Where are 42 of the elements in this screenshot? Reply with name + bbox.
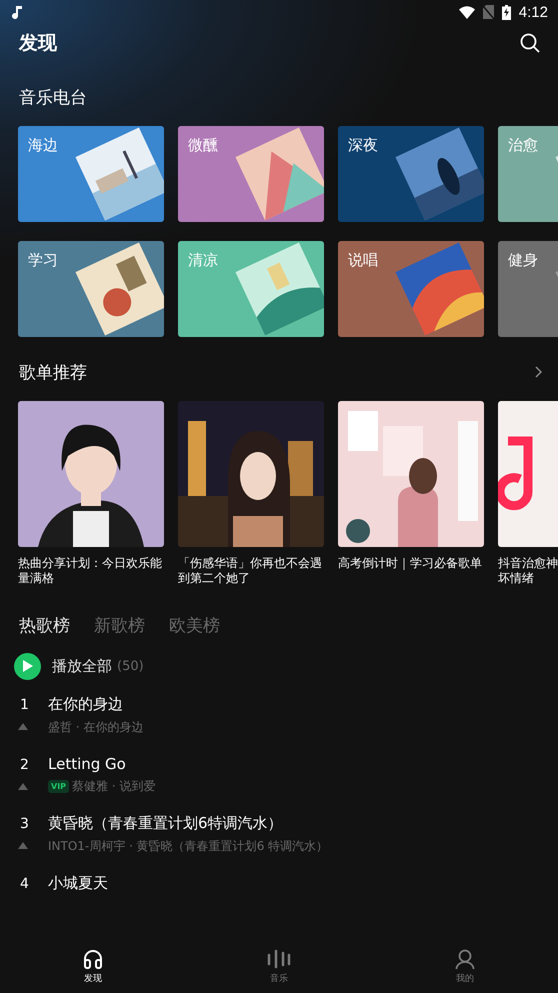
- song-rank: 1: [20, 697, 29, 713]
- song-title[interactable]: 黄昏晓（青春重置计划6特调汽水）: [48, 814, 328, 833]
- song-count: (50): [117, 658, 144, 674]
- playlist-title[interactable]: 「伤感华语」你再也不会遇到第二个她了: [178, 556, 324, 586]
- song-rank: 3: [20, 816, 29, 832]
- chart-tab[interactable]: 热歌榜: [19, 614, 70, 637]
- song-title[interactable]: Letting Go: [48, 755, 156, 773]
- nav-tab[interactable]: 发现: [63, 949, 123, 985]
- playlist-title[interactable]: 高考倒计时｜学习必备歌单: [338, 556, 484, 571]
- clock-time: 4:12: [518, 4, 548, 20]
- radio-tile[interactable]: 健身: [498, 241, 558, 337]
- song-rank: 4: [20, 876, 29, 892]
- radio-tile[interactable]: 海边: [18, 126, 164, 222]
- play-all-button[interactable]: [14, 652, 41, 680]
- song-artist: INTO1-周柯宇 · 黄昏晓（青春重置计划6 特调汽水）: [48, 838, 328, 855]
- song-artist: 盛哲 · 在你的身边: [48, 719, 144, 736]
- radio-tile[interactable]: 说唱: [338, 241, 484, 337]
- song-title[interactable]: 在你的身边: [48, 695, 144, 714]
- radio-tile[interactable]: 学习: [18, 241, 164, 337]
- song-title[interactable]: 小城夏天: [48, 874, 108, 893]
- song-artist: 蔡健雅 · 说到爱: [72, 778, 156, 795]
- search-icon[interactable]: [520, 33, 540, 53]
- music-note-icon: [12, 5, 23, 19]
- person-icon: [455, 949, 475, 969]
- nav-tab[interactable]: 音乐: [249, 949, 309, 985]
- sound-bars-icon: [267, 949, 291, 969]
- playlist-title[interactable]: 抖音治愈神坏情绪: [498, 556, 558, 586]
- section-title: 音乐电台: [19, 86, 88, 108]
- vip-badge: VIP: [48, 780, 70, 793]
- radio-tile[interactable]: 深夜: [338, 126, 484, 222]
- headphones-icon: [83, 949, 103, 969]
- song-rank: 2: [20, 757, 29, 773]
- no-sim-icon: [482, 5, 494, 19]
- page-title: 发现: [19, 31, 58, 56]
- chevron-right-icon[interactable]: [535, 366, 542, 378]
- wifi-icon: [458, 6, 475, 18]
- section-title: 歌单推荐: [19, 362, 88, 384]
- nav-tab[interactable]: 我的: [435, 949, 495, 985]
- playlist-title[interactable]: 热曲分享计划：今日欢乐能量满格: [18, 556, 164, 586]
- play-icon: [22, 660, 32, 672]
- battery-charging-icon: [502, 4, 511, 20]
- play-all-label[interactable]: 播放全部: [52, 656, 112, 676]
